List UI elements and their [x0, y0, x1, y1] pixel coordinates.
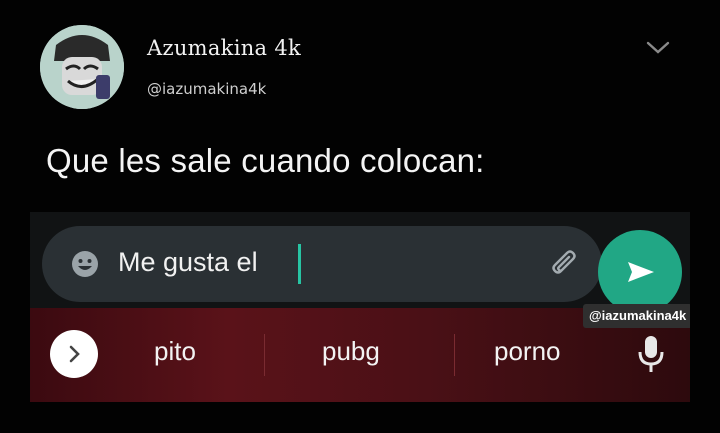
watermark: @iazumakina4k: [583, 304, 690, 328]
display-name[interactable]: Azumakina 4k: [147, 36, 301, 60]
suggestion-2[interactable]: pubg: [322, 336, 380, 367]
suggestion-3[interactable]: porno: [494, 336, 561, 367]
embedded-screenshot: pito pubg porno Me gusta el @iazumakina4…: [30, 212, 690, 402]
suggestion-1[interactable]: pito: [154, 336, 196, 367]
avatar[interactable]: [40, 25, 124, 109]
chevron-down-icon[interactable]: [644, 38, 672, 58]
message-text[interactable]: Me gusta el: [118, 247, 258, 278]
send-button[interactable]: [598, 230, 682, 314]
message-input[interactable]: Me gusta el: [42, 226, 602, 302]
suggestion-divider: [264, 334, 265, 376]
text-caret: [298, 244, 301, 284]
avatar-image: [40, 25, 124, 109]
suggestion-divider: [454, 334, 455, 376]
chevron-right-icon: [69, 345, 80, 363]
tweet-text: Que les sale cuando colocan:: [46, 142, 485, 179]
microphone-icon[interactable]: [634, 332, 668, 376]
expand-suggestions-button[interactable]: [50, 330, 98, 378]
emoji-icon[interactable]: [70, 249, 100, 279]
screenshot-page: Azumakina 4k @iazumakina4k Que les sale …: [0, 0, 720, 433]
user-handle[interactable]: @iazumakina4k: [147, 80, 266, 98]
send-icon: [628, 262, 654, 282]
paperclip-icon[interactable]: [548, 248, 582, 282]
